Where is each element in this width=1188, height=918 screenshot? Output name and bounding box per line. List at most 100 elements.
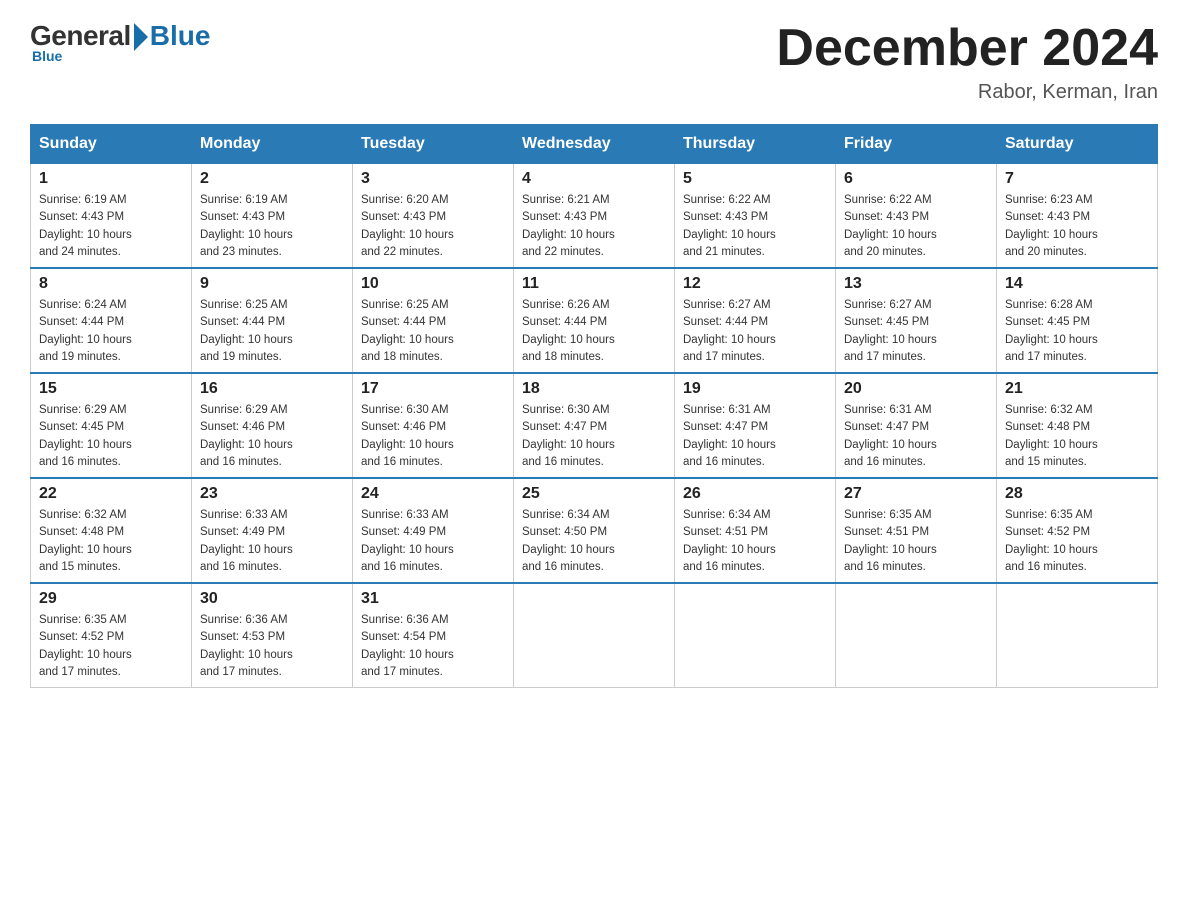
col-header-saturday: Saturday [997,125,1158,164]
day-number: 1 [39,170,183,188]
calendar-header-row: SundayMondayTuesdayWednesdayThursdayFrid… [31,125,1158,164]
col-header-monday: Monday [192,125,353,164]
day-number: 24 [361,485,505,503]
day-info: Sunrise: 6:28 AMSunset: 4:45 PMDaylight:… [1005,297,1149,366]
day-info: Sunrise: 6:35 AMSunset: 4:52 PMDaylight:… [39,612,183,681]
col-header-friday: Friday [836,125,997,164]
day-info: Sunrise: 6:29 AMSunset: 4:45 PMDaylight:… [39,402,183,471]
calendar-cell: 11 Sunrise: 6:26 AMSunset: 4:44 PMDayligh… [514,268,675,373]
calendar-cell: 30Sunrise: 6:36 AMSunset: 4:53 PMDayligh… [192,583,353,688]
day-number: 9 [200,275,344,293]
calendar-cell [514,583,675,688]
calendar-cell [997,583,1158,688]
day-info: Sunrise: 6:32 AMSunset: 4:48 PMDaylight:… [39,507,183,576]
calendar-cell: 19 Sunrise: 6:31 AMSunset: 4:47 PMDayligh… [675,373,836,478]
calendar-cell: 13Sunrise: 6:27 AMSunset: 4:45 PMDayligh… [836,268,997,373]
day-info: Sunrise: 6:21 AMSunset: 4:43 PMDaylight:… [522,192,666,261]
day-info: Sunrise: 6:33 AMSunset: 4:49 PMDaylight:… [200,507,344,576]
day-info: Sunrise: 6:24 AMSunset: 4:44 PMDaylight:… [39,297,183,366]
day-number: 31 [361,590,505,608]
day-info: Sunrise: 6:20 AMSunset: 4:43 PMDaylight:… [361,192,505,261]
calendar-cell: 7 Sunrise: 6:23 AMSunset: 4:43 PMDaylight… [997,164,1158,269]
calendar-cell [836,583,997,688]
calendar-cell: 25 Sunrise: 6:34 AMSunset: 4:50 PMDayligh… [514,478,675,583]
day-info: Sunrise: 6:25 AMSunset: 4:44 PMDaylight:… [200,297,344,366]
day-info: Sunrise: 6:26 AMSunset: 4:44 PMDaylight:… [522,297,666,366]
calendar-cell: 6Sunrise: 6:22 AMSunset: 4:43 PMDaylight… [836,164,997,269]
logo-blue-text: Blue [150,20,211,52]
calendar-cell: 31 Sunrise: 6:36 AMSunset: 4:54 PMDayligh… [353,583,514,688]
day-number: 3 [361,170,505,188]
calendar-cell: 16Sunrise: 6:29 AMSunset: 4:46 PMDayligh… [192,373,353,478]
day-number: 15 [39,380,183,398]
calendar-table: SundayMondayTuesdayWednesdayThursdayFrid… [30,124,1158,688]
calendar-cell: 15 Sunrise: 6:29 AMSunset: 4:45 PMDayligh… [31,373,192,478]
day-number: 27 [844,485,988,503]
calendar-cell: 27 Sunrise: 6:35 AMSunset: 4:51 PMDayligh… [836,478,997,583]
calendar-week-row: 15 Sunrise: 6:29 AMSunset: 4:45 PMDayligh… [31,373,1158,478]
calendar-cell: 10 Sunrise: 6:25 AMSunset: 4:44 PMDayligh… [353,268,514,373]
calendar-cell: 28 Sunrise: 6:35 AMSunset: 4:52 PMDayligh… [997,478,1158,583]
day-info: Sunrise: 6:30 AMSunset: 4:46 PMDaylight:… [361,402,505,471]
col-header-thursday: Thursday [675,125,836,164]
day-number: 28 [1005,485,1149,503]
calendar-cell: 1 Sunrise: 6:19 AMSunset: 4:43 PMDaylight… [31,164,192,269]
day-info: Sunrise: 6:29 AMSunset: 4:46 PMDaylight:… [200,402,344,471]
calendar-cell: 24 Sunrise: 6:33 AMSunset: 4:49 PMDayligh… [353,478,514,583]
day-number: 7 [1005,170,1149,188]
day-info: Sunrise: 6:19 AMSunset: 4:43 PMDaylight:… [39,192,183,261]
calendar-cell: 29 Sunrise: 6:35 AMSunset: 4:52 PMDayligh… [31,583,192,688]
day-number: 19 [683,380,827,398]
day-info: Sunrise: 6:35 AMSunset: 4:51 PMDaylight:… [844,507,988,576]
day-info: Sunrise: 6:36 AMSunset: 4:54 PMDaylight:… [361,612,505,681]
calendar-week-row: 29 Sunrise: 6:35 AMSunset: 4:52 PMDayligh… [31,583,1158,688]
calendar-cell: 22 Sunrise: 6:32 AMSunset: 4:48 PMDayligh… [31,478,192,583]
calendar-week-row: 1 Sunrise: 6:19 AMSunset: 4:43 PMDaylight… [31,164,1158,269]
calendar-week-row: 22 Sunrise: 6:32 AMSunset: 4:48 PMDayligh… [31,478,1158,583]
day-number: 18 [522,380,666,398]
day-number: 20 [844,380,988,398]
day-info: Sunrise: 6:25 AMSunset: 4:44 PMDaylight:… [361,297,505,366]
day-info: Sunrise: 6:34 AMSunset: 4:50 PMDaylight:… [522,507,666,576]
day-number: 22 [39,485,183,503]
day-number: 23 [200,485,344,503]
day-info: Sunrise: 6:22 AMSunset: 4:43 PMDaylight:… [683,192,827,261]
calendar-cell: 3 Sunrise: 6:20 AMSunset: 4:43 PMDaylight… [353,164,514,269]
day-info: Sunrise: 6:30 AMSunset: 4:47 PMDaylight:… [522,402,666,471]
day-number: 10 [361,275,505,293]
title-area: December 2024 Rabor, Kerman, Iran [776,20,1158,104]
day-number: 4 [522,170,666,188]
day-info: Sunrise: 6:33 AMSunset: 4:49 PMDaylight:… [361,507,505,576]
logo-subtitle: Blue [30,48,62,64]
col-header-tuesday: Tuesday [353,125,514,164]
calendar-cell: 21Sunrise: 6:32 AMSunset: 4:48 PMDayligh… [997,373,1158,478]
calendar-cell: 9 Sunrise: 6:25 AMSunset: 4:44 PMDaylight… [192,268,353,373]
day-info: Sunrise: 6:36 AMSunset: 4:53 PMDaylight:… [200,612,344,681]
col-header-sunday: Sunday [31,125,192,164]
day-number: 25 [522,485,666,503]
calendar-cell: 4 Sunrise: 6:21 AMSunset: 4:43 PMDaylight… [514,164,675,269]
calendar-cell: 23 Sunrise: 6:33 AMSunset: 4:49 PMDayligh… [192,478,353,583]
calendar-week-row: 8 Sunrise: 6:24 AMSunset: 4:44 PMDaylight… [31,268,1158,373]
day-info: Sunrise: 6:19 AMSunset: 4:43 PMDaylight:… [200,192,344,261]
calendar-cell: 17Sunrise: 6:30 AMSunset: 4:46 PMDayligh… [353,373,514,478]
day-number: 29 [39,590,183,608]
day-number: 5 [683,170,827,188]
day-number: 8 [39,275,183,293]
calendar-cell: 8 Sunrise: 6:24 AMSunset: 4:44 PMDaylight… [31,268,192,373]
day-info: Sunrise: 6:22 AMSunset: 4:43 PMDaylight:… [844,192,988,261]
page-header: General Blue Blue December 2024 Rabor, K… [30,20,1158,104]
day-info: Sunrise: 6:35 AMSunset: 4:52 PMDaylight:… [1005,507,1149,576]
day-number: 11 [522,275,666,293]
day-info: Sunrise: 6:23 AMSunset: 4:43 PMDaylight:… [1005,192,1149,261]
location-subtitle: Rabor, Kerman, Iran [776,81,1158,104]
day-number: 14 [1005,275,1149,293]
calendar-cell: 2 Sunrise: 6:19 AMSunset: 4:43 PMDaylight… [192,164,353,269]
day-info: Sunrise: 6:31 AMSunset: 4:47 PMDaylight:… [683,402,827,471]
day-info: Sunrise: 6:34 AMSunset: 4:51 PMDaylight:… [683,507,827,576]
day-number: 13 [844,275,988,293]
calendar-cell: 20 Sunrise: 6:31 AMSunset: 4:47 PMDayligh… [836,373,997,478]
day-info: Sunrise: 6:31 AMSunset: 4:47 PMDaylight:… [844,402,988,471]
day-number: 2 [200,170,344,188]
calendar-cell: 5 Sunrise: 6:22 AMSunset: 4:43 PMDaylight… [675,164,836,269]
